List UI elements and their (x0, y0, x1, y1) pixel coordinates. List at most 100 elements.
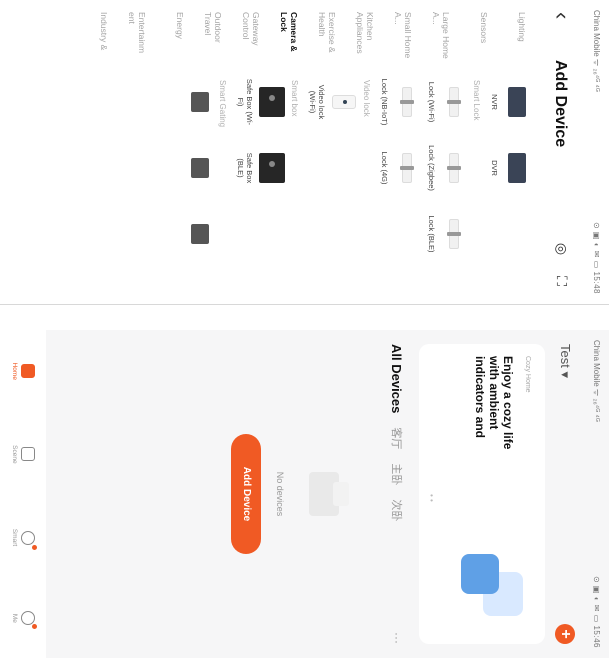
me-icon (21, 611, 35, 626)
device-safe-box-ble[interactable]: Safe Box (BLE) (236, 144, 286, 192)
nav-smart[interactable]: Smart (11, 528, 37, 551)
category-industry[interactable]: Industry & (75, 0, 113, 70)
add-icon[interactable]: + (555, 624, 575, 644)
category-gateway-control[interactable]: Gateway Control (227, 0, 265, 70)
category-kitchen-appliances[interactable]: Kitchen Appliances (341, 0, 379, 70)
category-exercise-health[interactable]: Exercise & Health (303, 0, 341, 70)
lock-image (440, 149, 468, 187)
device-row-locks-2: Lock (NB-IoT) Lock (4G) (380, 78, 421, 296)
tab-master-bedroom[interactable]: 主卧 (389, 463, 405, 485)
safe-box-image (258, 149, 286, 187)
nav-scene[interactable]: Scene (11, 445, 35, 464)
section-smart-gating: Smart Gating (218, 80, 227, 128)
tab-living-room[interactable]: 客厅 (389, 427, 405, 449)
room-tabs: All Devices 客厅 主卧 次卧 ··· (385, 344, 409, 644)
scene-icon (21, 447, 35, 462)
add-device-screen: China Mobile ᯤ ₂₆⁴ᴳ ⁴ᴳ ⊙ ▣ ◐ ✉ ▭ 15:48 ‹… (0, 0, 609, 305)
device-grid: NVR DVR Smart Lock Lock (Wi-Fi) Lock (Zi… (0, 78, 531, 296)
device-label: Lock (BLE) (427, 215, 436, 253)
tab-second-bedroom[interactable]: 次卧 (389, 499, 405, 521)
device-nvr[interactable]: NVR (490, 78, 531, 126)
device-label: Lock (Zigbee) (427, 145, 436, 191)
device-label: Video lock (Wi-Fi) (308, 84, 326, 120)
no-devices-text: No devices (275, 471, 285, 517)
nvr-image (503, 83, 531, 121)
add-device-button[interactable]: Add Device (231, 434, 261, 554)
tab-all-devices[interactable]: All Devices (390, 344, 405, 413)
status-icons-time: ⊙ ▣ ◐ ✉ ▭ 15:46 (592, 576, 602, 648)
category-small-home-appliances[interactable]: Small Home A... (379, 0, 417, 70)
device-gate-3[interactable] (182, 210, 214, 258)
category-large-home-appliances[interactable]: Large Home A... (417, 0, 455, 70)
section-video-lock: Video lock (362, 80, 371, 117)
empty-box-icon (305, 462, 349, 526)
device-gate-1[interactable] (182, 78, 214, 126)
video-lock-image (330, 83, 358, 121)
nav-label: Scene (11, 445, 18, 464)
status-carrier: China Mobile ᯤ ₂₆⁴ᴳ ⁴ᴳ (592, 340, 602, 422)
home-header: Test ▾ + (543, 330, 583, 658)
promo-banner[interactable]: Cozy Home Enjoy a cozy life with ambient… (419, 344, 545, 644)
status-bar: China Mobile ᯤ ₂₆⁴ᴳ ⁴ᴳ ⊙ ▣ ◐ ✉ ▭ 15:48 (585, 0, 609, 304)
empty-state: No devices Add Device (231, 330, 349, 658)
status-carrier: China Mobile ᯤ ₂₆⁴ᴳ ⁴ᴳ (592, 10, 602, 92)
banner-kicker: Cozy Home (524, 356, 531, 393)
home-screen: China Mobile ᯤ ₂₆⁴ᴳ ⁴ᴳ ⊙ ▣ ◐ ✉ ▭ 15:46 T… (0, 330, 609, 658)
category-energy[interactable]: Energy (151, 0, 189, 70)
device-dvr[interactable]: DVR (490, 144, 531, 192)
category-outdoor-travel[interactable]: Outdoor Travel (189, 0, 227, 70)
gate-image (186, 149, 214, 187)
qr-scan-icon[interactable]: ⛶ (553, 272, 571, 290)
device-lock-wifi[interactable]: Lock (Wi-Fi) (427, 78, 468, 126)
category-sensors[interactable]: Sensors (455, 0, 493, 70)
device-row-safe-box: Safe Box (Wi-Fi) Safe Box (BLE) (236, 78, 286, 296)
rotated-capture: China Mobile ᯤ ₂₆⁴ᴳ ⁴ᴳ ⊙ ▣ ◐ ✉ ▭ 15:48 ‹… (0, 0, 609, 658)
dvr-image (503, 149, 531, 187)
smart-cube-illustration (453, 554, 523, 624)
section-smart-lock: Smart Lock (472, 80, 481, 121)
lock-image (393, 149, 421, 187)
category-entertainment[interactable]: Entertainm ent (113, 0, 151, 70)
nav-label: Home (11, 362, 18, 380)
device-row-locks-1: Lock (Wi-Fi) Lock (Zigbee) Lock (BLE) (427, 78, 468, 296)
safe-box-image (258, 83, 286, 121)
auto-scan-icon[interactable]: ◎ (553, 240, 571, 258)
gate-image (186, 215, 214, 253)
device-label: DVR (490, 160, 499, 176)
device-lock-zigbee[interactable]: Lock (Zigbee) (427, 144, 468, 192)
device-label: Lock (NB-IoT) (380, 78, 389, 126)
device-gate-2[interactable] (182, 144, 214, 192)
status-bar: China Mobile ᯤ ₂₆⁴ᴳ ⁴ᴳ ⊙ ▣ ◐ ✉ ▭ 15:46 (585, 330, 609, 658)
notification-dot (32, 624, 37, 630)
nav-home[interactable]: Home (11, 363, 35, 380)
more-icon[interactable]: ··· (390, 632, 404, 644)
lock-image (440, 83, 468, 121)
carousel-dots: • • (427, 494, 436, 502)
category-lighting[interactable]: Lighting (493, 0, 531, 70)
nav-label: Smart (11, 528, 18, 547)
section-smart-box: Smart box (290, 80, 299, 117)
smart-icon (21, 530, 35, 545)
home-icon (21, 364, 35, 379)
page-title: Add Device (552, 60, 569, 148)
bottom-nav: Home Scene Smart Me (0, 330, 46, 658)
device-lock-ble[interactable]: Lock (BLE) (427, 210, 468, 258)
device-safe-box-wifi[interactable]: Safe Box (Wi-Fi) (236, 78, 286, 126)
device-lock-nb-iot[interactable]: Lock (NB-IoT) (380, 78, 421, 126)
device-lock-4g[interactable]: Lock (4G) (380, 144, 421, 192)
banner-text: Enjoy a cozy life with ambient indicator… (473, 356, 515, 450)
nav-label: Me (11, 613, 18, 623)
category-camera-lock[interactable]: Camera & Lock (265, 0, 303, 70)
device-row-gating (182, 78, 214, 296)
nav-me[interactable]: Me (11, 611, 37, 630)
device-row-video-lock: Video lock (Wi-Fi) (308, 78, 358, 296)
screenshot-stage: China Mobile ᯤ ₂₆⁴ᴳ ⁴ᴳ ⊙ ▣ ◐ ✉ ▭ 15:48 ‹… (0, 0, 609, 658)
back-arrow-icon[interactable]: ‹ (550, 12, 575, 19)
device-label: Safe Box (Wi-Fi) (236, 78, 254, 126)
add-device-header: ‹ Add Device ◎ ⛶ (539, 0, 583, 304)
home-selector[interactable]: Test ▾ (557, 344, 573, 378)
device-video-lock-wifi[interactable]: Video lock (Wi-Fi) (308, 78, 358, 126)
status-icons-time: ⊙ ▣ ◐ ✉ ▭ 15:48 (592, 222, 602, 294)
category-list: Lighting Sensors Large Home A... Small H… (0, 0, 531, 70)
notification-dot (32, 545, 37, 551)
